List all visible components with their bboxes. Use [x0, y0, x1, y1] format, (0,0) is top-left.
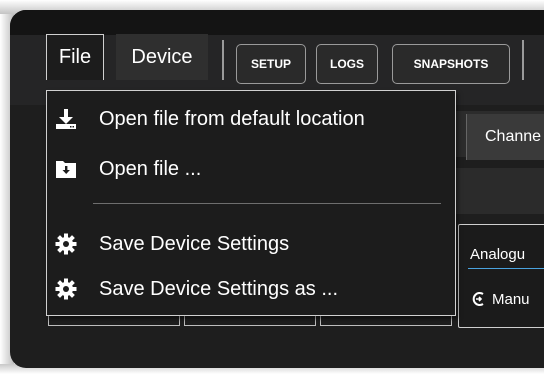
menu-item-label: Save Device Settings: [99, 232, 290, 255]
setup-button-label: SETUP: [250, 57, 291, 71]
toolbar-divider: [222, 40, 224, 80]
menu-item-save-settings-as[interactable]: Save Device Settings as ...: [47, 269, 455, 309]
logs-button-label: LOGS: [329, 57, 364, 71]
toolbar-divider: [522, 40, 524, 80]
menu-item-open-file[interactable]: Open file ...: [47, 149, 455, 189]
analogue-panel: [458, 224, 544, 328]
menu-device[interactable]: Device: [116, 34, 208, 80]
channel-button-label: Channe: [485, 128, 542, 145]
manual-mode-label: Manu: [492, 290, 530, 308]
gear-icon: [55, 278, 77, 300]
menu-file[interactable]: File: [46, 34, 104, 80]
menu-item-open-default[interactable]: Open file from default location: [47, 99, 455, 139]
menu-item-label: Save Device Settings as ...: [99, 277, 339, 300]
title-bar: [10, 10, 544, 35]
tab-underline: [468, 268, 544, 269]
gear-icon: [55, 233, 77, 255]
snapshots-button[interactable]: SNAPSHOTS: [392, 44, 510, 84]
manual-mode-icon: [472, 292, 484, 306]
menu-item-label: Open file from default location: [99, 107, 365, 130]
file-menu-dropdown: Open file from default location Open fil…: [46, 90, 456, 316]
menu-item-label: Open file ...: [99, 157, 202, 180]
analogue-tab[interactable]: Analogu: [470, 246, 525, 263]
menu-device-label: Device: [131, 45, 193, 68]
download-icon: [55, 108, 77, 130]
snapshots-button-label: SNAPSHOTS: [413, 57, 489, 71]
logs-button[interactable]: LOGS: [316, 44, 378, 84]
setup-button[interactable]: SETUP: [236, 44, 306, 84]
folder-download-icon: [55, 158, 77, 180]
menu-item-save-settings[interactable]: Save Device Settings: [47, 224, 455, 264]
menu-separator: [93, 203, 441, 204]
channel-button[interactable]: Channe: [466, 114, 544, 160]
manual-mode-option[interactable]: Manu: [470, 290, 530, 308]
menu-file-label: File: [58, 46, 92, 68]
